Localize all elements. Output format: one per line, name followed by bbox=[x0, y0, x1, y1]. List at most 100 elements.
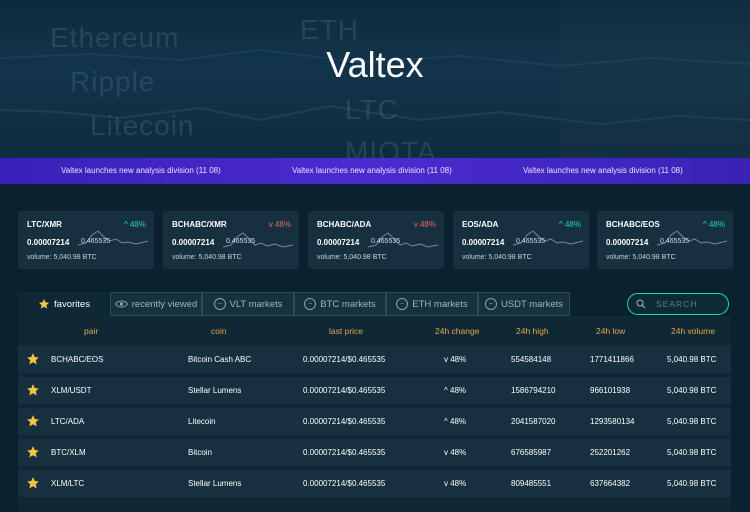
card-pair: BCHABC/XMR bbox=[172, 220, 227, 229]
cell-24h-high: 1586794210 bbox=[511, 386, 556, 395]
chart-line-icon: ~ bbox=[396, 298, 409, 310]
card-pair: LTC/XMR bbox=[27, 220, 62, 229]
cell-pair: XLM/LTC bbox=[51, 479, 85, 488]
table-row[interactable]: BTC/XLM Bitcoin 0.00007214/$0.465535 v 48% 6… bbox=[18, 439, 731, 466]
cell-change-value: 48% bbox=[450, 417, 467, 426]
cell-24h-low: 966101938 bbox=[590, 386, 631, 395]
tab-recently-viewed[interactable]: recently viewed bbox=[110, 292, 202, 316]
cell-coin: Litecoin bbox=[188, 417, 216, 426]
change-arrow-icon: v bbox=[444, 479, 448, 488]
page-title: Valtex bbox=[326, 44, 424, 85]
eye-icon bbox=[114, 300, 128, 308]
ticker-item[interactable]: Valtex launches new analysis division (1… bbox=[292, 166, 452, 175]
table-row[interactable]: BCHABC/EOS Bitcoin Cash ABC 0.00007214/$0.… bbox=[18, 346, 731, 373]
cell-change: v 48% bbox=[444, 448, 466, 457]
cell-24h-volume: 5,040.98 BTC bbox=[667, 417, 717, 426]
cell-coin: Stellar Lumens bbox=[188, 386, 242, 395]
cell-24h-low: 252201262 bbox=[590, 448, 631, 457]
search-input[interactable] bbox=[656, 297, 722, 311]
column-header-coin[interactable]: coin bbox=[211, 326, 227, 336]
chart-line-icon: ~ bbox=[213, 298, 226, 310]
cell-24h-low: 637664382 bbox=[590, 479, 631, 488]
table-row[interactable]: XLM/USDT Stellar Lumens 0.00007214/$0.4655… bbox=[18, 377, 731, 404]
cell-24h-volume: 5,040.98 BTC bbox=[667, 448, 717, 457]
card-volume: volume: 5,040.98 BTC bbox=[462, 254, 532, 261]
market-card[interactable]: EOS/ADA ^ 48% 0.00007214 0.465535 volume: 5,… bbox=[453, 211, 589, 269]
column-header-24h-high[interactable]: 24h high bbox=[516, 326, 549, 336]
cell-24h-high: 809485551 bbox=[511, 479, 552, 488]
card-volume: volume: 5,040.98 BTC bbox=[172, 254, 242, 261]
tab-label: favorites bbox=[54, 298, 90, 310]
cell-change-value: 48% bbox=[450, 448, 467, 457]
table-row[interactable]: XLM/LTC Stellar Lumens 0.00007214/$0.46553… bbox=[18, 470, 731, 497]
card-usd-price: 0.465535 bbox=[226, 238, 256, 245]
cell-24h-low: 1293580134 bbox=[590, 417, 635, 426]
table-header: pair coin last price 24h change 24h high… bbox=[18, 316, 731, 344]
market-card[interactable]: BCHABC/EOS ^ 48% 0.00007214 0.465535 volume:… bbox=[597, 211, 733, 269]
favorite-star-icon[interactable] bbox=[26, 383, 40, 397]
cell-coin: Bitcoin bbox=[188, 448, 213, 457]
search-icon[interactable] bbox=[635, 298, 647, 310]
card-pair: BCHABC/EOS bbox=[606, 220, 660, 229]
ticker-item[interactable]: Valtex launches new analysis division (1… bbox=[61, 166, 221, 175]
column-header-24h-change[interactable]: 24h change bbox=[435, 326, 479, 336]
column-header-24h-volume[interactable]: 24h volume bbox=[671, 326, 715, 336]
cell-pair: BTC/XLM bbox=[51, 448, 86, 457]
card-btc-price: 0.00007214 bbox=[606, 238, 649, 247]
tab-label: ETH markets bbox=[412, 298, 468, 310]
change-arrow-icon: ^ bbox=[444, 386, 448, 395]
cell-change: ^ 48% bbox=[444, 386, 466, 395]
tab-eth-markets[interactable]: ~ ETH markets bbox=[386, 292, 478, 316]
card-volume: volume: 5,040.98 BTC bbox=[27, 254, 97, 261]
cell-coin: Stellar Lumens bbox=[188, 479, 242, 488]
market-card[interactable]: BCHABC/XMR v 48% 0.00007214 0.465535 volume:… bbox=[163, 211, 299, 269]
cell-24h-low: 1771411866 bbox=[590, 355, 634, 364]
card-volume: volume: 5,040.98 BTC bbox=[317, 254, 387, 261]
tab-label: recently viewed bbox=[131, 298, 198, 310]
favorite-star-icon[interactable] bbox=[26, 445, 40, 459]
cell-last-price: 0.00007214/$0.465535 bbox=[303, 448, 386, 457]
cell-last-price: 0.00007214/$0.465535 bbox=[303, 479, 386, 488]
card-usd-price: 0.465535 bbox=[516, 238, 546, 245]
card-usd-price: 0.465535 bbox=[81, 238, 111, 245]
favorite-star-icon[interactable] bbox=[26, 476, 40, 490]
card-btc-price: 0.00007214 bbox=[462, 238, 505, 247]
column-header-pair[interactable]: pair bbox=[84, 326, 98, 336]
markets-table: pair coin last price 24h change 24h high… bbox=[18, 316, 731, 512]
search-box bbox=[627, 293, 729, 315]
cell-change-value: 48% bbox=[450, 479, 467, 488]
star-icon bbox=[39, 299, 50, 309]
cell-coin: Bitcoin Cash ABC bbox=[188, 355, 252, 364]
cell-24h-volume: 5,040.98 BTC bbox=[667, 386, 717, 395]
tab-btc-markets[interactable]: ~ BTC markets bbox=[294, 292, 386, 316]
market-card[interactable]: BCHABC/ADA v 48% 0.00007214 0.465535 volume:… bbox=[308, 211, 444, 269]
card-usd-price: 0.465535 bbox=[371, 238, 401, 245]
column-header-24h-low[interactable]: 24h low bbox=[596, 326, 625, 336]
table-row[interactable]: LTC/ADA Litecoin 0.00007214/$0.465535 ^ 48%… bbox=[18, 408, 731, 435]
cell-change-value: 48% bbox=[450, 355, 467, 364]
favorite-star-icon[interactable] bbox=[26, 414, 40, 428]
tab-vlt-markets[interactable]: ~ VLT markets bbox=[202, 292, 294, 316]
tab-favorites[interactable]: favorites bbox=[18, 292, 110, 316]
cell-pair: BCHABC/EOS bbox=[51, 355, 104, 364]
change-arrow-icon: v bbox=[444, 448, 448, 457]
cell-change: ^ 48% bbox=[444, 417, 466, 426]
cell-change: v 48% bbox=[444, 355, 466, 364]
chart-line-icon: ~ bbox=[484, 298, 497, 310]
cell-last-price: 0.00007214/$0.465535 bbox=[303, 355, 386, 364]
cell-24h-high: 676585987 bbox=[511, 448, 552, 457]
market-card[interactable]: LTC/XMR ^ 48% 0.00007214 0.465535 volume: 5,… bbox=[18, 211, 154, 269]
tab-label: VLT markets bbox=[229, 298, 283, 310]
cell-pair: XLM/USDT bbox=[51, 386, 92, 395]
cell-change: v 48% bbox=[444, 479, 466, 488]
card-btc-price: 0.00007214 bbox=[317, 238, 360, 247]
column-header-last-price[interactable]: last price bbox=[329, 326, 363, 336]
hero-banner: Ethereum ETH Ripple Litecoin LTC MIOTA V… bbox=[0, 0, 750, 158]
cell-last-price: 0.00007214/$0.465535 bbox=[303, 417, 386, 426]
cell-24h-volume: 5,040.98 BTC bbox=[667, 479, 717, 488]
tab-label: USDT markets bbox=[500, 298, 564, 310]
favorite-star-icon[interactable] bbox=[26, 352, 40, 366]
ticker-item[interactable]: Valtex launches new analysis division (1… bbox=[523, 166, 683, 175]
card-pair: BCHABC/ADA bbox=[317, 220, 372, 229]
tab-usdt-markets[interactable]: ~ USDT markets bbox=[478, 292, 570, 316]
